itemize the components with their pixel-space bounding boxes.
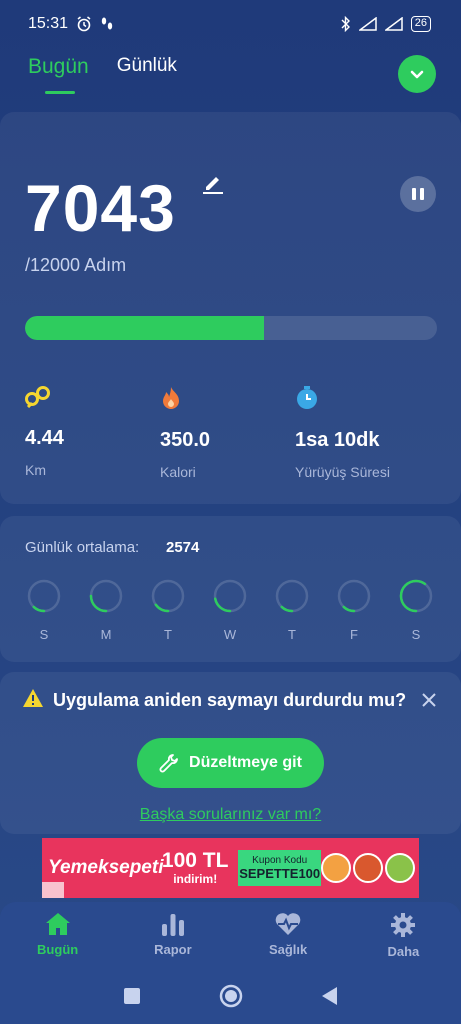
- metric-distance-label: Km: [25, 462, 46, 478]
- flame-icon: [163, 387, 179, 409]
- timer-icon: [297, 386, 317, 409]
- day-label: T: [164, 627, 172, 642]
- home-button-icon[interactable]: [219, 984, 243, 1008]
- signal-icon-2: [384, 17, 403, 31]
- home-icon: [45, 913, 70, 935]
- chevron-down-icon: [410, 70, 424, 79]
- ad-banner[interactable]: Yemeksepeti 100 TL indirim! Kupon Kodu S…: [42, 838, 419, 898]
- step-progress-fill: [25, 316, 264, 340]
- metric-distance-value: 4.44: [25, 427, 64, 449]
- food-image: [385, 853, 415, 883]
- alert-message: Uygulama aniden saymayı durdurdu mu?: [53, 690, 407, 710]
- ad-amount: 100 TL: [161, 849, 229, 872]
- metric-duration-label: Yürüyüş Süresi: [295, 464, 390, 480]
- gear-icon: [391, 913, 416, 937]
- day-label: F: [350, 627, 358, 642]
- pencil-icon: [203, 177, 223, 194]
- daily-average-label: Günlük ortalama:: [25, 539, 140, 556]
- day-label: S: [39, 627, 49, 642]
- ad-food-images: [321, 853, 415, 883]
- system-nav-bar: [0, 968, 461, 1024]
- nav-label: Daha: [387, 944, 420, 959]
- wrench-icon: [159, 754, 178, 773]
- ad-brand: Yemeksepeti: [48, 857, 164, 878]
- day-label: M: [100, 627, 112, 642]
- pause-button[interactable]: [400, 176, 436, 212]
- step-goal: /12000 Adım: [25, 255, 127, 275]
- metric-duration: 1sa 10dk Yürüyüş Süresi: [295, 386, 390, 480]
- step-progress-bar: [25, 316, 437, 340]
- active-tab-indicator: [45, 91, 75, 94]
- day-ring-mon[interactable]: M: [88, 578, 124, 642]
- battery-indicator: 26: [410, 16, 431, 32]
- status-time: 15:31: [28, 15, 69, 32]
- food-image: [353, 853, 383, 883]
- day-ring-sun[interactable]: S: [26, 578, 62, 642]
- day-progress-ring: [27, 579, 61, 613]
- day-label: S: [411, 627, 421, 642]
- footsteps-icon: [101, 17, 113, 30]
- bar-chart-icon: [161, 914, 184, 936]
- nav-item-report[interactable]: Rapor: [115, 902, 230, 968]
- day-label: T: [288, 627, 296, 642]
- pause-icon: [412, 188, 416, 200]
- ad-coupon-code: SEPETTE100: [239, 866, 321, 881]
- food-image: [321, 853, 351, 883]
- metric-calories-value: 350.0: [160, 429, 211, 451]
- close-icon[interactable]: [421, 692, 437, 708]
- metric-calories-label: Kalori: [160, 464, 196, 480]
- step-count: 7043: [25, 171, 176, 245]
- nav-label: Sağlık: [268, 942, 308, 957]
- edit-steps-button[interactable]: [200, 170, 226, 201]
- metric-distance: 4.44 Km: [25, 386, 64, 478]
- day-ring-tue[interactable]: T: [150, 578, 186, 642]
- day-progress-ring: [275, 579, 309, 613]
- nav-item-health[interactable]: Sağlık: [231, 902, 346, 968]
- faq-link[interactable]: Başka sorularınız var mı?: [0, 806, 461, 824]
- day-label: W: [223, 627, 237, 642]
- ad-choices-icon[interactable]: [42, 882, 64, 898]
- nav-item-today[interactable]: Bugün: [0, 902, 115, 968]
- warning-icon: [23, 689, 43, 707]
- alarm-icon: [77, 16, 91, 32]
- heart-pulse-icon: [275, 913, 301, 935]
- fix-button[interactable]: Düzeltmeye git: [137, 738, 324, 788]
- daily-average-value: 2574: [166, 539, 200, 556]
- tab-today[interactable]: Bugün: [28, 55, 89, 79]
- ad-coupon-label: Kupon Kodu: [252, 855, 308, 866]
- status-bar: 15:31 26: [0, 0, 461, 48]
- signal-icon: [358, 17, 377, 31]
- tab-daily[interactable]: Günlük: [117, 55, 177, 77]
- bluetooth-icon: [341, 16, 350, 32]
- recents-icon[interactable]: [123, 987, 141, 1005]
- day-progress-ring: [337, 579, 371, 613]
- day-progress-ring: [89, 579, 123, 613]
- bottom-nav: Bugün Rapor Sağlık Daha: [0, 902, 461, 968]
- metric-duration-value: 1sa 10dk: [295, 429, 380, 451]
- day-ring-fri[interactable]: F: [336, 578, 372, 642]
- metric-calories: 350.0 Kalori: [160, 386, 210, 480]
- day-progress-ring: [151, 579, 185, 613]
- distance-icon: [25, 386, 50, 409]
- day-progress-ring: [399, 579, 433, 613]
- nav-label: Rapor: [154, 942, 192, 957]
- ad-amount-sub: indirim!: [173, 872, 218, 886]
- nav-item-more[interactable]: Daha: [346, 902, 461, 968]
- day-ring-sat[interactable]: S: [398, 578, 434, 642]
- day-ring-wed[interactable]: W: [212, 578, 248, 642]
- nav-label: Bugün: [37, 942, 79, 957]
- back-icon[interactable]: [321, 986, 339, 1006]
- day-progress-ring: [213, 579, 247, 613]
- fix-button-label: Düzeltmeye git: [189, 754, 302, 771]
- ad-offer: 100 TL indirim!: [158, 849, 232, 887]
- ad-coupon: Kupon Kodu SEPETTE100: [238, 850, 321, 886]
- day-ring-thu[interactable]: T: [274, 578, 310, 642]
- top-tabs: Bugün Günlük: [28, 55, 177, 79]
- expand-button[interactable]: [398, 55, 436, 93]
